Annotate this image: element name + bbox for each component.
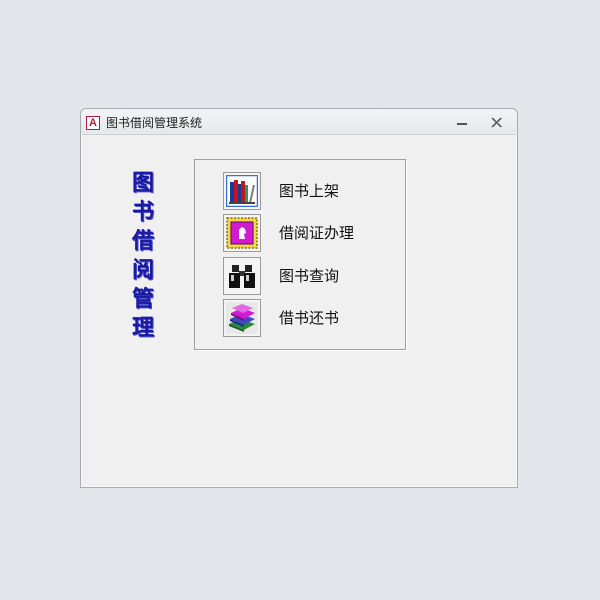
binoculars-icon[interactable]	[223, 257, 261, 295]
menu-item-label: 图书上架	[279, 182, 340, 200]
menu-item-borrow-return[interactable]: 借书还书	[223, 299, 393, 337]
book-stack-icon[interactable]	[223, 299, 261, 337]
window-title: 图书借阅管理系统	[106, 116, 203, 130]
close-icon	[491, 117, 503, 128]
title-bar[interactable]: A 图书借阅管理系统	[81, 109, 517, 133]
side-title: 图书借阅管理	[131, 170, 154, 341]
minimize-button[interactable]	[451, 115, 473, 129]
menu-item-book-search[interactable]: 图书查询	[223, 257, 393, 295]
menu-item-label: 借书还书	[279, 309, 340, 327]
books-shelf-icon[interactable]	[223, 172, 261, 210]
client-area: 图书借阅管理 图书上架 借阅证办理 图书查询 借书还书	[82, 134, 516, 486]
menu-item-label: 借阅证办理	[279, 224, 355, 242]
app-window: A 图书借阅管理系统 图书借阅管理 图书上架 借阅证办理 图书查询 借书还书	[80, 108, 518, 488]
menu-item-label: 图书查询	[279, 267, 340, 285]
menu-item-library-card[interactable]: 借阅证办理	[223, 214, 393, 252]
close-button[interactable]	[486, 115, 508, 129]
menu-item-book-shelving[interactable]: 图书上架	[223, 172, 393, 210]
app-icon: A	[86, 116, 100, 130]
stamp-card-icon[interactable]	[223, 214, 261, 252]
menu-panel: 图书上架 借阅证办理 图书查询 借书还书	[194, 159, 406, 350]
